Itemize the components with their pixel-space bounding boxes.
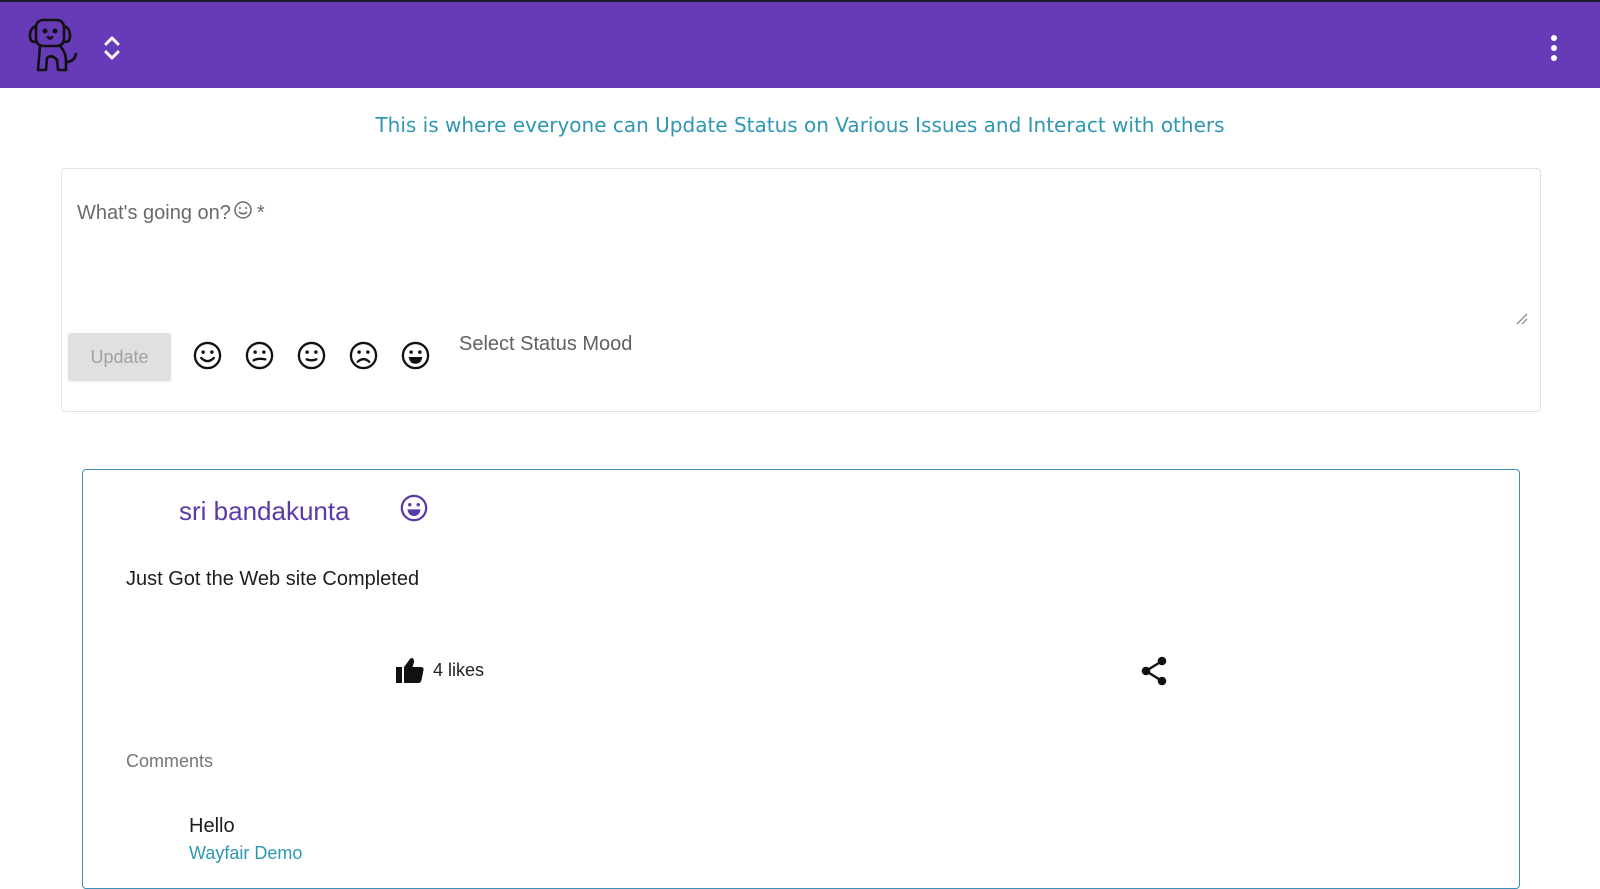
comment-item: Hello Wayfair Demo [189,815,302,864]
status-input[interactable] [76,231,1520,319]
grin-icon[interactable] [400,340,431,371]
required-mark: * [256,202,265,224]
share-icon[interactable] [1140,656,1168,686]
status-post-card: sri bandakunta Just Got the Web site Com… [82,469,1520,889]
grin-icon [400,494,428,522]
post-author[interactable]: sri bandakunta [179,496,350,527]
top-app-bar [0,0,1600,88]
status-input-label: What's going on? * [77,200,265,225]
smile-icon[interactable] [192,340,223,371]
status-input-label-text: What's going on? [77,202,231,224]
sad-icon[interactable] [348,340,379,371]
more-vert-icon[interactable] [1544,32,1564,64]
status-composer: What's going on? * Update Select Status … [61,168,1541,412]
confused-icon[interactable] [244,340,275,371]
comment-author[interactable]: Wayfair Demo [189,843,302,864]
resize-handle-icon[interactable] [1514,311,1528,325]
like-count: 4 likes [433,660,485,680]
mood-prompt: Select Status Mood [459,333,633,355]
update-button[interactable]: Update [68,333,171,381]
comment-text: Hello [189,815,235,837]
page-tagline: This is where everyone can Update Status… [375,113,1225,137]
unfold-more-icon[interactable] [102,32,122,64]
comments-heading: Comments [126,751,214,771]
post-text: Just Got the Web site Completed [126,568,420,590]
puppy-logo-icon[interactable] [26,16,80,76]
neutral-icon[interactable] [296,340,327,371]
thumb-up-icon[interactable] [395,656,425,684]
smile-icon [234,201,252,219]
